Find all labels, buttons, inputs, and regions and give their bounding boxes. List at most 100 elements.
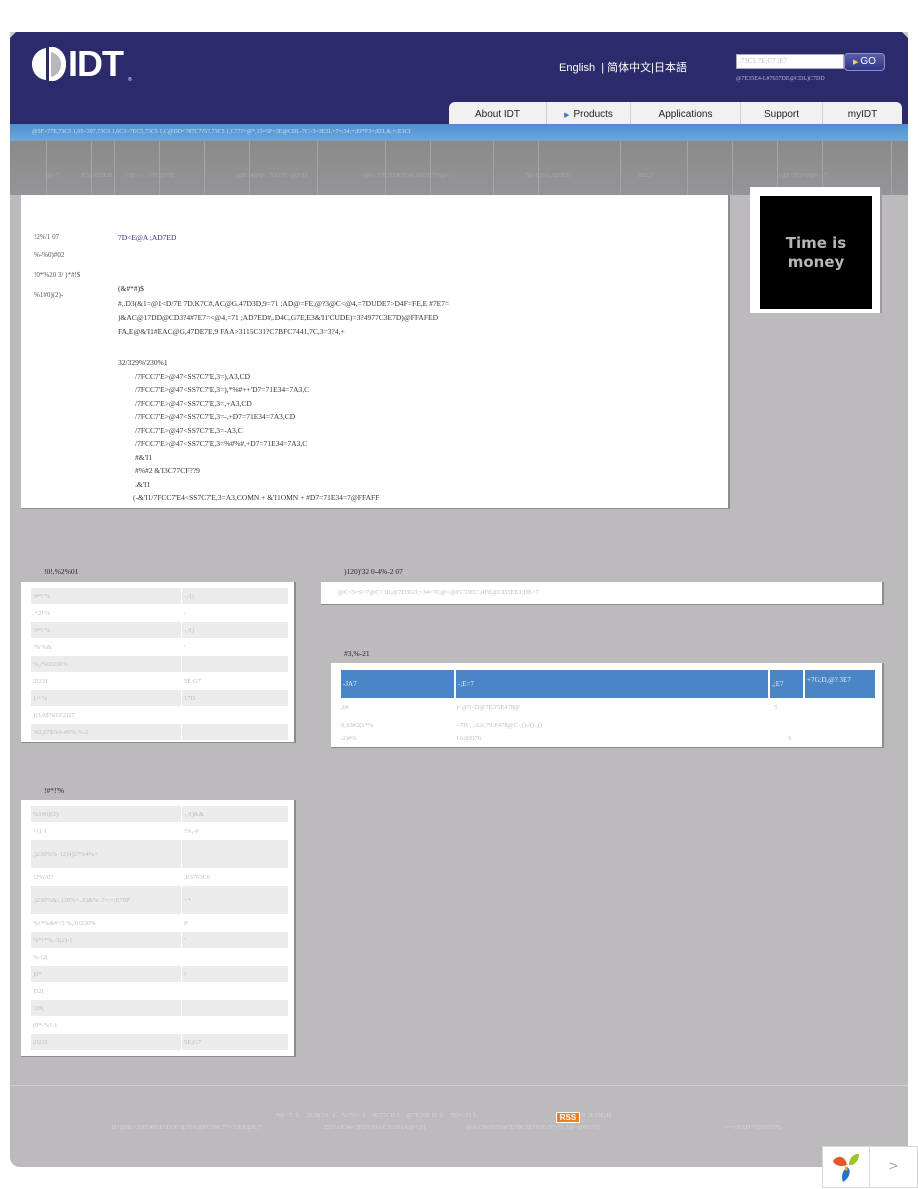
divider <box>249 141 250 195</box>
kv-key: )0* <box>30 965 182 983</box>
row-title-link[interactable]: )<@5<D@7E3'5E478@ <box>456 704 520 711</box>
row-size: 5 <box>774 704 778 711</box>
footer-line2: 3557AE34=7FD73%AC;G351A@=;51 <box>323 1124 427 1131</box>
divider <box>732 141 733 195</box>
nav-label: Applications <box>658 109 713 120</box>
features-title: 32/329%'230%1 <box>118 358 168 367</box>
feature-item: #%#2 &'I3C77CF??9 <box>135 466 200 475</box>
rss-icon[interactable]: RSS <box>556 1112 580 1123</box>
search-input[interactable]: ,73C5 7E;C7 ;E7 <box>736 54 844 69</box>
footer-line2: @A;C9<EO%#7E79C3E767G;57-75 ?@=@91?75 <box>466 1124 600 1131</box>
kv-value: -,/() <box>181 621 289 639</box>
kv-key: !2#( <box>30 999 182 1017</box>
subnav-item[interactable]: <@5<.?7E:7D:K7C41;AD7E/7%@C <box>360 173 450 179</box>
lang-japanese[interactable]: 日本語 <box>654 62 687 74</box>
footer-link-home[interactable]: *@>7 <box>276 1112 292 1119</box>
kv-row: !#*!'% -,/() <box>30 587 289 605</box>
subnav-item[interactable]: 1@F>313=D@=;=7 <box>778 173 827 179</box>
row-title-link[interactable]: /-7H , ;AA;79;F478@C-,()-/()-,() <box>456 722 542 729</box>
promo-banner[interactable]: Time is money <box>750 187 882 313</box>
promo-image: Time is money <box>760 196 872 309</box>
kv-row: .+2!'% / <box>30 604 289 622</box>
kv-row: !2#( <box>30 999 289 1017</box>
product-category-link[interactable]: 7D<E@A ;AD7ED <box>118 233 176 242</box>
subnav-item[interactable]: *@>7 <box>44 173 59 179</box>
idt-logo-mark-icon <box>32 47 66 81</box>
footer-link-careers[interactable]: 3C77CD <box>372 1112 395 1119</box>
ordering-box: -JA7 -;E=7 ,;E7 +7G;D,@? 3E7 ;I# )<@5<D@… <box>331 663 884 748</box>
nav-about-idt[interactable]: About IDT <box>449 102 547 124</box>
divider <box>538 141 539 195</box>
kv-row: 2!231 5E;G7 <box>30 1033 289 1051</box>
column-header: +7G;D,@? 3E7 <box>805 670 875 698</box>
kv-value: +* <box>181 885 289 915</box>
kv-value: -,/()&& <box>181 805 289 823</box>
kv-row: !#2,07$%0-#0%,%-2 <box>30 723 289 741</box>
search-go-button[interactable]: ▶ GO <box>844 53 885 71</box>
search-sub-link[interactable]: @7E35E4-L#7637DE@CDL)C7DD <box>736 76 825 82</box>
kv-value: P <box>181 914 289 932</box>
lang-english[interactable]: English <box>559 62 595 74</box>
feature-item: .&'I1 <box>135 480 151 489</box>
subnav-item[interactable]: <@5<>:>797@57D <box>126 173 175 179</box>
row-type: ;I# <box>341 704 349 711</box>
row-title-link[interactable]: 1A@D76 <box>456 735 481 742</box>
row-type: 0,S3#2(1*% <box>341 722 374 729</box>
kv-row: %*!*%,-5(2)-1 ' <box>30 931 289 949</box>
kv-row: )0*! <box>30 965 289 983</box>
footer-link-sitemap[interactable]: ,;E7&3A <box>305 1112 329 1119</box>
language-selector: English | 简体中文|日本語 <box>559 59 687 75</box>
footer-link-legal[interactable]: %793= <box>342 1112 361 1119</box>
kv-key: !#2,07$%0-#0%,%-2 <box>30 723 182 741</box>
registered-mark: ® <box>128 77 132 83</box>
promo-text: money <box>787 252 845 271</box>
nav-label: Support <box>763 109 800 120</box>
kv-value: ! <box>181 965 289 983</box>
nav-myidt[interactable]: myIDT <box>823 102 902 124</box>
kv-value <box>181 723 289 741</box>
divider <box>46 141 47 195</box>
kv-key: )!3,0$%03!2)27 <box>30 706 182 724</box>
separator: 1. <box>332 1112 337 1119</box>
kv-key: .+2!'% <box>30 604 182 622</box>
kv-value: ,E3763C6 <box>181 868 289 886</box>
lang-chinese[interactable]: 简体中文 <box>607 62 651 74</box>
kv-row: +!1 1 !%,-# <box>30 822 289 840</box>
nav-label: Products <box>573 109 613 120</box>
info-label: !0*%20 3/ )*#!$ <box>34 271 81 279</box>
separator: 1. <box>396 1112 402 1119</box>
subnav-item[interactable]: (@E74@@<.7CG7C<@5<D <box>236 173 307 179</box>
nav-applications[interactable]: Applications <box>631 102 741 124</box>
kv-value <box>181 706 289 724</box>
feature-item: /7FCC7'E>@47<SS7C7'E,3=,+A3,CD <box>135 399 252 408</box>
divider <box>204 141 205 195</box>
footer-links: *@>7 1. ,;E7&3A 1. %793= 1. 3C77CD 1. @7… <box>276 1112 478 1119</box>
footer-link-contact[interactable]: @7E35E D <box>407 1112 437 1119</box>
feature-item: /7FCC7'E>@47<SS7C7'E,3=-A3,C <box>135 426 243 435</box>
idt-logo[interactable]: IDT ® <box>32 44 136 84</box>
subnav-item[interactable]: SS2.,7 <box>638 173 654 179</box>
column-header: -JA7 <box>341 670 456 698</box>
quality-title: !#*!'% <box>44 786 65 795</box>
promo-text: Time is <box>785 233 847 252</box>
widget-logo[interactable] <box>823 1147 870 1187</box>
kv-row: %!*%&#+5 %,/0!230% P <box>30 914 289 932</box>
kv-value: 5E;G7 <box>181 1033 289 1051</box>
attributes-title: !0!,%2%01 <box>44 567 79 576</box>
corner-mark <box>902 32 908 38</box>
nav-products[interactable]: ▶ Products <box>547 102 631 124</box>
footer-link-quality[interactable]: *F3=;EI <box>450 1112 472 1119</box>
kv-value: 17D <box>181 689 289 707</box>
breadcrumb-bar: @5F>77E,73C5 1,05<397,73C5 1,0C3>7EC5,73… <box>10 124 908 141</box>
kv-value: 5E;G7 <box>181 672 289 690</box>
footer-rss-text[interactable]: 0 3E;DE;D <box>582 1112 611 1119</box>
widget-next-button[interactable]: > <box>870 1147 917 1187</box>
subnav-item[interactable]: 7D<E@A;AD7ED <box>525 173 571 179</box>
page-frame: IDT ® English | 简体中文|日本語 ,73C5 7E;C7 ;E7… <box>10 32 908 1167</box>
divider <box>493 141 494 195</box>
kv-row: )52( <box>30 982 289 1000</box>
nav-support[interactable]: Support <box>741 102 823 124</box>
subnav-item[interactable]: IC'@63'5ED <box>81 173 112 179</box>
feature-item: #&'I1 <box>135 453 153 462</box>
quality-table: %1#0)(2)- -,/()&& +!1 1 !%,-# ,)230%%-12)4)2… <box>30 805 289 1051</box>
